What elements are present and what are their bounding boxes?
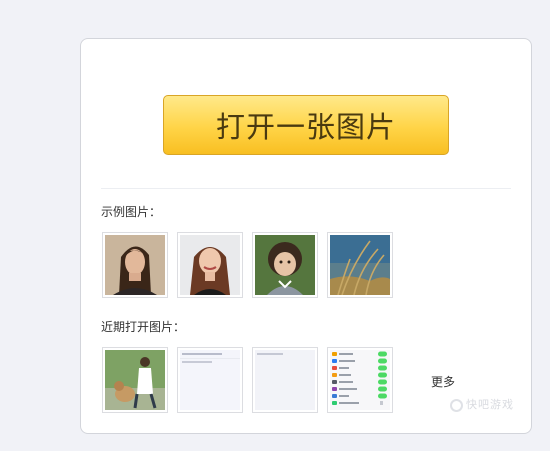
recent-thumb-woman-dog[interactable] xyxy=(102,347,168,413)
open-image-card: 打开一张图片 示例图片： 近期打开图片： 更多 xyxy=(80,38,532,434)
divider xyxy=(101,188,511,189)
open-image-button[interactable]: 打开一张图片 xyxy=(163,95,449,155)
more-link[interactable]: 更多 xyxy=(431,373,455,390)
recent-label: 近期打开图片： xyxy=(101,320,186,334)
example-thumb-woman-smiling[interactable] xyxy=(177,232,243,298)
watermark-text: 快吧游戏 xyxy=(466,398,514,411)
examples-label: 示例图片： xyxy=(101,205,162,219)
watermark: 快吧游戏 xyxy=(450,396,514,412)
example-thumb-grass-sea[interactable] xyxy=(327,232,393,298)
recent-thumbnails xyxy=(102,347,402,413)
example-thumb-woman-brown-hair[interactable] xyxy=(102,232,168,298)
recent-thumb-settings-screenshot[interactable] xyxy=(327,347,393,413)
watermark-logo-icon xyxy=(450,398,463,412)
example-thumbnails xyxy=(102,232,402,298)
example-thumb-child[interactable] xyxy=(252,232,318,298)
recent-thumb-doc-screenshot[interactable] xyxy=(177,347,243,413)
recent-thumb-blank-screenshot[interactable] xyxy=(252,347,318,413)
